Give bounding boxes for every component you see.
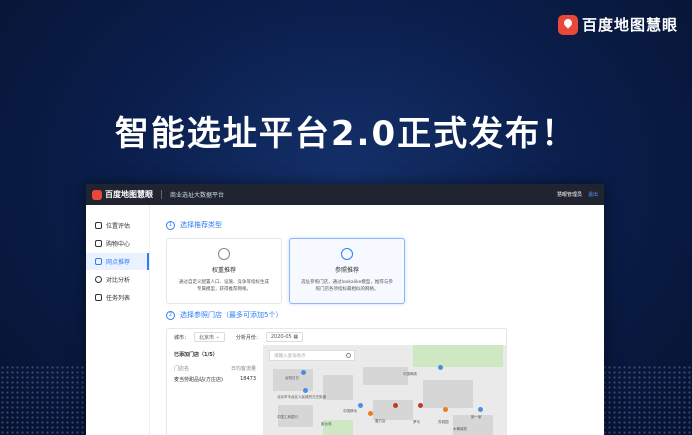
step-2-heading: 2 选择参照门店（最多可添加5个） (166, 310, 282, 320)
column-header: 门店名 (174, 366, 190, 372)
map-poi-marker[interactable] (301, 370, 306, 375)
reference-store-panel: 城市： 北京市 ⌄ 分析月份： 2020-05 ▦ 已添加门店（1/5） 门店名… (166, 328, 507, 435)
card-title: 权重推荐 (211, 267, 236, 274)
map-park (413, 345, 503, 367)
store-list-header: 已添加门店（1/5） (174, 352, 218, 358)
target-icon (341, 248, 353, 260)
map-poi-marker[interactable] (358, 403, 363, 408)
logout-link[interactable]: 退出 (588, 191, 598, 198)
map-view[interactable]: 请输入查询地点 台阳日日 北京市丰台区人民政府方庄街道 中国工商银行 中国移动 … (263, 345, 506, 435)
column-header: 日均客流量 (230, 366, 256, 372)
step-label: 选择推荐类型 (180, 221, 222, 229)
map-poi-marker[interactable] (303, 388, 308, 393)
map-poi-marker[interactable] (368, 411, 373, 416)
table-header-row: 门店名 日均客流量 (174, 365, 256, 372)
topbar-divider (161, 190, 162, 199)
card-reference-recommend[interactable]: 参照推荐 选址参照门店，通过lookalike模型，推荐与参照门店各项指标最相似… (289, 238, 405, 304)
map-block (363, 367, 408, 385)
month-picker-value: 2020-05 (270, 334, 292, 340)
map-label: 罗马 (413, 420, 420, 424)
map-label: 台阳日日 (285, 376, 299, 380)
list-icon (95, 294, 102, 301)
document-icon (95, 258, 102, 265)
step-number: 1 (166, 220, 175, 230)
map-poi-marker[interactable] (478, 407, 483, 412)
app-topbar: 百度地图慧眼 商业选址大数据平台 慧眼管理员 退出 (86, 184, 604, 205)
filter-bar: 城市： 北京市 ⌄ 分析月份： 2020-05 ▦ (167, 329, 506, 345)
sidebar-item-label: 任务列表 (106, 295, 131, 302)
card-title: 参照推荐 (334, 267, 359, 274)
sidebar-item-label: 位置评估 (106, 223, 131, 230)
map-poi-marker[interactable] (393, 403, 398, 408)
card-weight-recommend[interactable]: 权重推荐 通过自定义配置人口、设施、竞争等指标生成专属模型，获得推荐网格。 (166, 238, 282, 304)
city-select[interactable]: 北京市 ⌄ (194, 332, 225, 342)
app-logo-icon (92, 189, 102, 200)
map-label: 芳城园 (438, 420, 449, 424)
chevron-down-icon: ⌄ (215, 334, 220, 340)
sidebar-item-label: 网点推荐 (106, 259, 131, 266)
map-label: 中国工商银行 (277, 415, 298, 419)
app-brand: 百度地图慧眼 (105, 190, 153, 199)
map-label: 木桶城苑 (453, 427, 467, 431)
store-name-cell: 麦当劳甜品站(方庄店) (174, 377, 223, 383)
headline: 智能选址平台2.0正式发布！ (114, 114, 578, 154)
city-label: 城市： (174, 334, 190, 341)
card-description: 通过自定义配置人口、设施、竞争等指标生成专属模型，获得推荐网格。 (179, 280, 269, 292)
app-window: 百度地图慧眼 商业选址大数据平台 慧眼管理员 退出 位置评估 购物中心 网点推荐… (86, 184, 604, 435)
brand-logo-icon (557, 14, 578, 35)
sidebar-item-location-eval[interactable]: 位置评估 (86, 217, 149, 234)
sidebar-item-compare[interactable]: 对比分析 (86, 271, 149, 288)
map-label: 壹方店 (375, 419, 386, 423)
map-search-placeholder: 请输入查询地点 (274, 354, 306, 359)
table-row[interactable]: 麦当劳甜品站(方庄店) 18473 (174, 376, 256, 383)
sidebar-item-label: 对比分析 (106, 277, 131, 284)
step-label: 选择参照门店（最多可添加5个） (180, 311, 283, 319)
user-name[interactable]: 慧眼管理员 (557, 191, 582, 198)
card-description: 选址参照门店，通过lookalike模型，推荐与参照门店各项指标最相似的网格。 (301, 280, 393, 292)
map-block (323, 375, 353, 400)
weight-icon (218, 248, 230, 260)
month-picker[interactable]: 2020-05 ▦ (265, 332, 304, 342)
step-number: 2 (166, 310, 175, 320)
clock-icon (95, 276, 102, 283)
map-label: 中国邮政 (403, 372, 417, 376)
map-label: 北京市丰台区人民政府方庄街道 (277, 395, 326, 399)
sidebar-item-shopping-center[interactable]: 购物中心 (86, 235, 149, 252)
sidebar-item-label: 购物中心 (106, 241, 131, 248)
map-block (423, 380, 473, 408)
map-poi-marker[interactable] (438, 365, 443, 370)
map-poi-marker[interactable] (418, 403, 423, 408)
map-label: 新一家 (471, 415, 482, 419)
store-list: 已添加门店（1/5） 门店名 日均客流量 麦当劳甜品站(方庄店) 18473 (167, 345, 263, 435)
brand-name: 百度地图慧眼 (581, 16, 678, 34)
map-label: 紫台苑 (321, 422, 332, 426)
map-search-input[interactable]: 请输入查询地点 (269, 350, 355, 361)
topbar-user-area: 慧眼管理员 退出 (557, 191, 598, 198)
building-icon (95, 240, 102, 247)
store-traffic-cell: 18473 (240, 376, 256, 382)
sidebar-item-tasks[interactable]: 任务列表 (86, 289, 149, 306)
main-content: 1 选择推荐类型 权重推荐 通过自定义配置人口、设施、竞争等指标生成专属模型，获… (150, 205, 604, 435)
sidebar-item-site-recommend[interactable]: 网点推荐 (86, 253, 149, 270)
map-poi-marker[interactable] (443, 407, 448, 412)
brand-logo-header: 百度地图慧眼 (557, 14, 678, 35)
search-icon (346, 353, 351, 358)
step-1-heading: 1 选择推荐类型 (166, 220, 222, 230)
calendar-icon: ▦ (293, 334, 299, 340)
app-title: 商业选址大数据平台 (170, 192, 225, 199)
city-select-value: 北京市 (199, 334, 215, 341)
map-label: 中国移动 (343, 409, 357, 413)
month-label: 分析月份： (235, 334, 261, 341)
sidebar: 位置评估 购物中心 网点推荐 对比分析 任务列表 (86, 205, 150, 435)
location-pin-icon (95, 222, 102, 229)
